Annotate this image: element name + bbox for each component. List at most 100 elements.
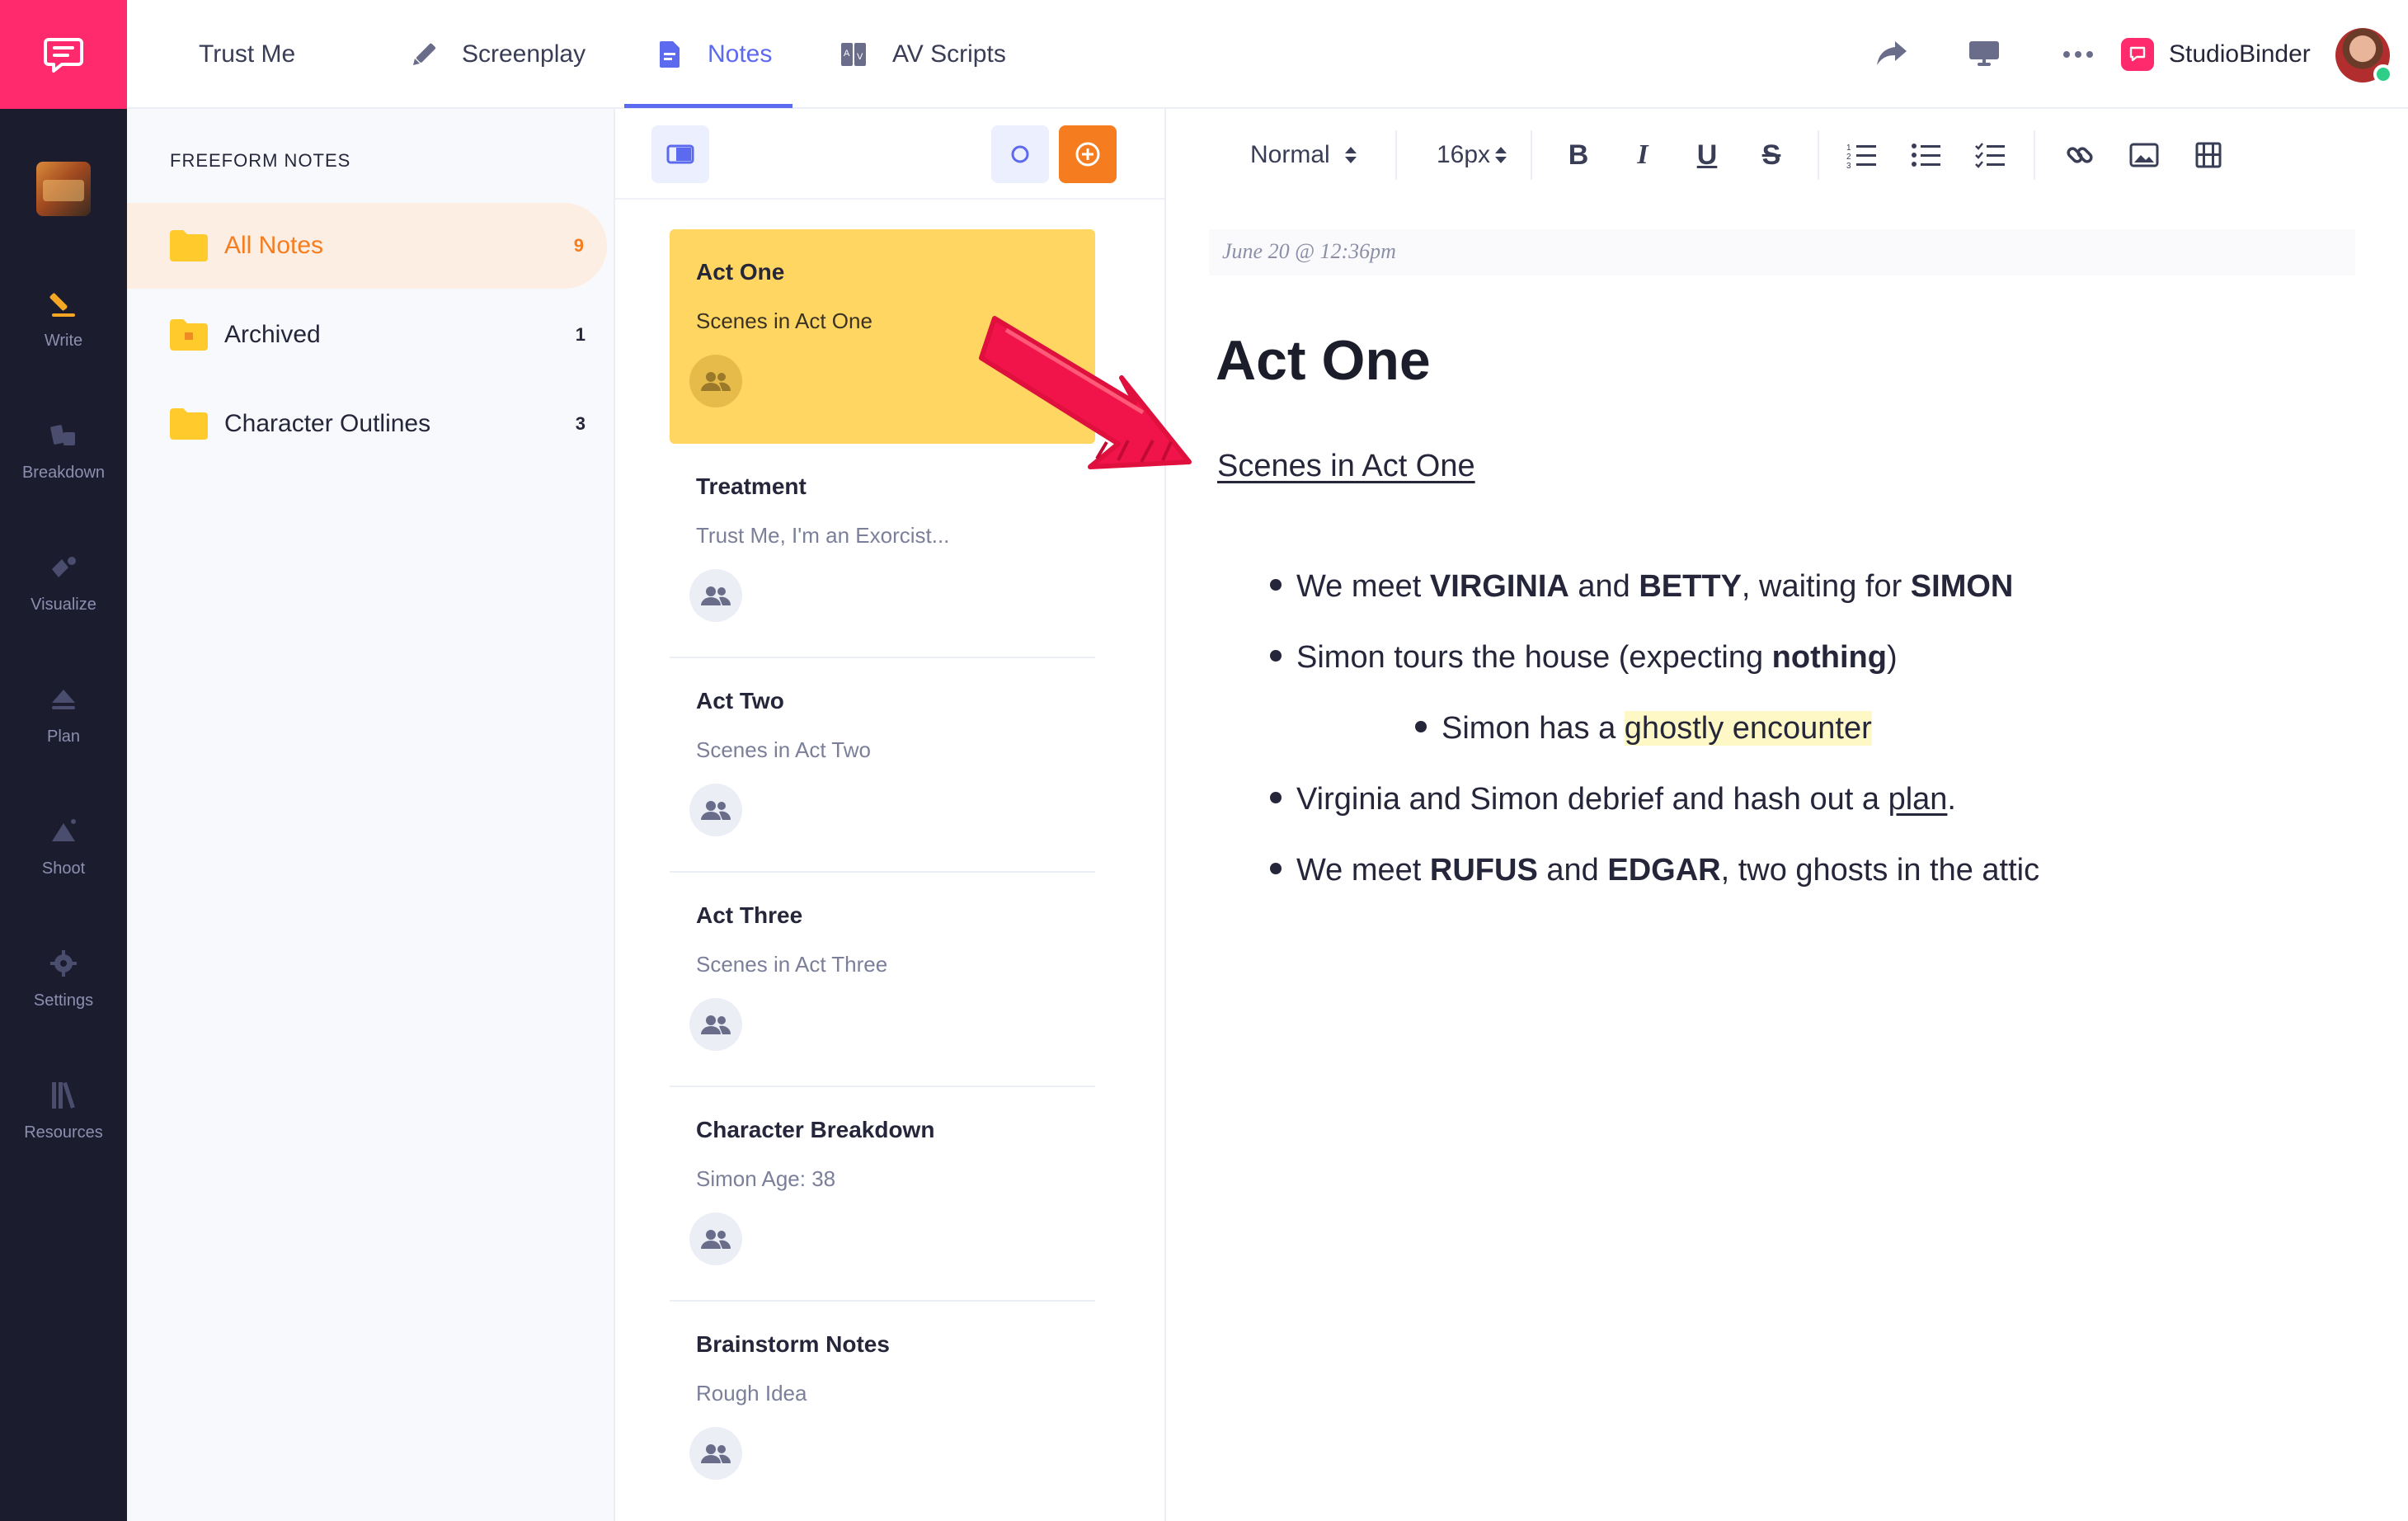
studiobinder-logo[interactable] xyxy=(0,0,127,109)
note-subtitle: Trust Me, I'm an Exorcist... xyxy=(696,523,950,548)
link-icon xyxy=(2067,147,2093,163)
project-title[interactable]: Trust Me xyxy=(199,0,295,109)
bullet-text: We meet xyxy=(1296,853,1430,888)
folder-all-notes[interactable]: All Notes 9 xyxy=(127,203,607,289)
folder-icon xyxy=(170,230,208,261)
folder-archived[interactable]: Archived 1 xyxy=(127,292,609,378)
note-timestamp: June 20 @ 12:36pm xyxy=(1222,239,1396,263)
note-subtitle: Scenes in Act Three xyxy=(696,952,888,977)
rail-item-resources[interactable]: Resources xyxy=(0,1077,127,1176)
more-options-button[interactable] xyxy=(2058,35,2098,74)
rail-item-shoot[interactable]: Shoot xyxy=(0,813,127,912)
note-card[interactable]: Brainstorm Notes Rough Idea xyxy=(670,1302,1095,1516)
insert-video-button[interactable] xyxy=(2190,137,2227,173)
share-button[interactable] xyxy=(1872,35,1912,74)
bullet-text: , two ghosts in the attic xyxy=(1720,853,2040,888)
note-card[interactable]: Act Two Scenes in Act Two xyxy=(670,658,1095,873)
rail-item-settings[interactable]: Settings xyxy=(0,945,127,1044)
note-title: Treatment xyxy=(696,473,807,499)
note-share-button[interactable] xyxy=(689,355,742,407)
studiobinder-mini-logo xyxy=(2121,38,2154,71)
folder-panel: FREEFORM NOTES All Notes 9 Archived 1 Ch… xyxy=(127,109,615,1521)
rail-label: Plan xyxy=(46,728,81,746)
av-script-icon: AV xyxy=(841,43,866,66)
bullet-item[interactable]: Simon tours the house (expecting nothing… xyxy=(1270,640,1898,676)
chat-logo-icon xyxy=(44,38,83,73)
tab-label: Screenplay xyxy=(462,40,586,68)
note-card[interactable]: Character Breakdown Simon Age: 38 xyxy=(670,1087,1095,1302)
tab-notes[interactable]: Notes xyxy=(655,0,772,109)
note-share-button[interactable] xyxy=(689,784,742,836)
note-share-button[interactable] xyxy=(689,1213,742,1265)
search-button[interactable] xyxy=(991,125,1049,183)
users-icon xyxy=(701,1444,731,1463)
document-subtitle[interactable]: Scenes in Act One xyxy=(1217,449,1475,484)
more-icon xyxy=(2063,51,2093,58)
folder-name: All Notes xyxy=(224,232,324,259)
rail-item-breakdown[interactable]: Breakdown xyxy=(0,417,127,516)
checklist-button[interactable] xyxy=(1973,137,2009,173)
tab-screenplay[interactable]: Screenplay xyxy=(409,0,586,109)
bold-button[interactable]: B xyxy=(1560,137,1597,173)
ordered-list-button[interactable]: 123 xyxy=(1844,137,1880,173)
bullet-item[interactable]: We meet VIRGINIA and BETTY, waiting for … xyxy=(1270,569,2013,605)
svg-text:3: 3 xyxy=(1846,162,1851,169)
bullet-text: Simon tours the house (expecting xyxy=(1296,640,1772,675)
format-toolbar: Normal 16px B I U S 123 xyxy=(1166,109,2408,200)
tab-av-scripts[interactable]: AV AV Scripts xyxy=(840,0,1006,109)
bullet-item[interactable]: We meet RUFUS and EDGAR, two ghosts in t… xyxy=(1270,853,2039,888)
toggle-sidebar-button[interactable] xyxy=(651,125,709,183)
rail-label: Resources xyxy=(24,1123,103,1142)
bullet-list-button[interactable] xyxy=(1908,137,1945,173)
online-status-indicator xyxy=(2373,64,2393,84)
font-size-select[interactable]: 16px xyxy=(1437,132,1507,178)
top-bar: Trust Me Screenplay Notes AV AV Scripts … xyxy=(127,0,2408,109)
chat-logo-icon xyxy=(2129,46,2146,62)
breakdown-icon xyxy=(50,425,75,445)
select-arrows-icon xyxy=(1495,147,1507,163)
strikethrough-icon: S xyxy=(1761,139,1781,171)
bullet-bold-text: EDGAR xyxy=(1607,853,1721,888)
bullet-text: and xyxy=(1568,569,1639,604)
nested-bullet-item[interactable]: Simon has a ghostly encounter xyxy=(1415,711,1872,746)
bullet-text: We meet xyxy=(1296,569,1430,604)
italic-button[interactable]: I xyxy=(1625,137,1661,173)
bullet-item[interactable]: Virginia and Simon debrief and hash out … xyxy=(1270,782,1956,817)
link-button[interactable] xyxy=(2062,137,2098,173)
project-title-text: Trust Me xyxy=(199,40,296,68)
rail-item-visualize[interactable]: Visualize xyxy=(0,549,127,648)
bullet-list-icon xyxy=(1912,144,1940,167)
note-share-button[interactable] xyxy=(689,569,742,622)
insert-image-button[interactable] xyxy=(2126,137,2162,173)
folder-count: 1 xyxy=(575,324,586,345)
folder-character-outlines[interactable]: Character Outlines 3 xyxy=(127,381,609,467)
folder-icon xyxy=(170,408,208,440)
active-tab-indicator xyxy=(624,104,792,108)
film-icon xyxy=(2195,142,2222,168)
bullet-text: , waiting for xyxy=(1741,569,1911,604)
rail-item-plan[interactable]: Plan xyxy=(0,681,127,780)
note-share-button[interactable] xyxy=(689,998,742,1051)
plan-icon xyxy=(52,690,75,709)
ordered-list-icon: 123 xyxy=(1846,144,1876,169)
bullet-dot xyxy=(1270,649,1282,662)
strikethrough-button[interactable]: S xyxy=(1753,137,1790,173)
account-menu[interactable]: StudioBinder xyxy=(2121,38,2311,71)
underline-button[interactable]: U xyxy=(1689,137,1725,173)
folder-name: Character Outlines xyxy=(224,410,431,437)
add-note-button[interactable] xyxy=(1059,125,1117,183)
rail-label: Settings xyxy=(33,991,94,1010)
rail-item-write[interactable]: Write xyxy=(0,285,127,384)
bullet-dot xyxy=(1415,720,1427,732)
project-thumbnail[interactable] xyxy=(36,162,91,216)
paragraph-style-select[interactable]: Normal xyxy=(1250,132,1357,178)
document-title[interactable]: Act One xyxy=(1216,328,1431,393)
note-card[interactable]: Act Three Scenes in Act Three xyxy=(670,873,1095,1087)
present-button[interactable] xyxy=(1964,35,2004,74)
underline-icon: U xyxy=(1696,139,1718,171)
divider xyxy=(1395,130,1397,180)
font-size-value: 16px xyxy=(1437,141,1491,168)
note-share-button[interactable] xyxy=(689,1427,742,1480)
books-icon xyxy=(52,1081,75,1109)
note-subtitle: Scenes in Act Two xyxy=(696,737,871,762)
